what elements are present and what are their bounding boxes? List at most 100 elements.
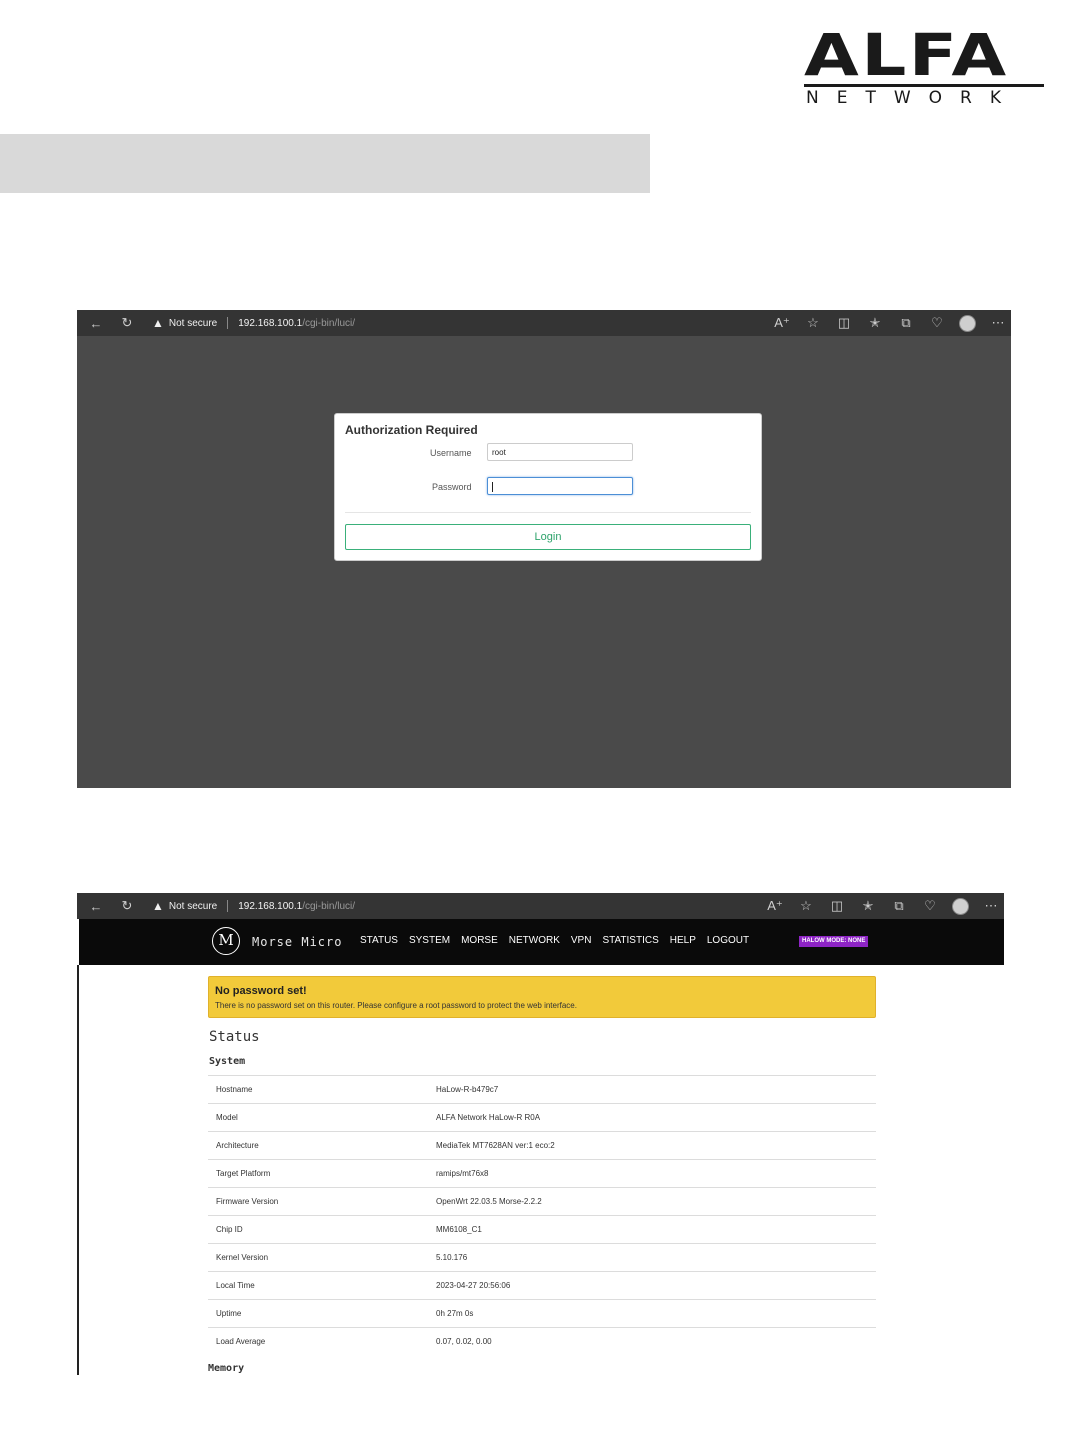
login-button[interactable]: Login (345, 524, 751, 550)
toolbar-actions: A⁺ ☆ ◫ ✭ ⧉ ♡ ⋯ (773, 314, 1007, 332)
menu-system[interactable]: SYSTEM (409, 935, 450, 946)
browser-toolbar: ← ↻ ▲ Not secure 192.168.100.1/cgi-bin/l… (77, 310, 1011, 336)
address-bar[interactable]: ▲ Not secure 192.168.100.1/cgi-bin/luci/ (152, 313, 355, 333)
content-left-border (77, 965, 79, 1375)
not-secure-label: Not secure (168, 900, 218, 912)
favorites-icon[interactable]: ✭ (859, 897, 877, 915)
collections-icon[interactable]: ⧉ (890, 897, 908, 915)
alfa-network-logo: ALFA NETWORK (800, 21, 1048, 108)
alert-body: There is no password set on this router.… (215, 1001, 577, 1010)
table-row: Kernel Version 5.10.176 (208, 1243, 876, 1271)
address-separator (227, 317, 229, 329)
password-field[interactable] (487, 477, 633, 495)
split-screen-icon[interactable]: ◫ (835, 314, 853, 332)
toolbar-actions: A⁺ ☆ ◫ ✭ ⧉ ♡ ⋯ (766, 897, 1000, 915)
table-row: Firmware Version OpenWrt 22.03.5 Morse-2.… (208, 1187, 876, 1215)
not-secure-label: Not secure (168, 317, 218, 329)
login-screenshot: ← ↻ ▲ Not secure 192.168.100.1/cgi-bin/l… (77, 310, 1011, 788)
password-label: Password (432, 482, 472, 492)
row-key: Target Platform (216, 1169, 271, 1178)
alert-title: No password set! (215, 985, 307, 997)
address-separator (227, 900, 229, 912)
row-value: ramips/mt76x8 (436, 1169, 489, 1178)
url-path: /cgi-bin/luci/ (302, 900, 356, 912)
table-row: Target Platform ramips/mt76x8 (208, 1159, 876, 1187)
collections-icon[interactable]: ⧉ (897, 314, 915, 332)
page-background: Authorization Required Username root Pas… (77, 336, 1011, 788)
main-menu: STATUS SYSTEM MORSE NETWORK VPN STATISTI… (360, 935, 749, 946)
more-icon[interactable]: ⋯ (989, 314, 1007, 332)
row-key: Kernel Version (216, 1253, 269, 1262)
row-key: Model (216, 1113, 238, 1122)
table-row: Model ALFA Network HaLow-R R0A (208, 1103, 876, 1131)
favorite-star-icon[interactable]: ☆ (797, 897, 815, 915)
table-row: Hostname HaLow-R-b479c7 (208, 1075, 876, 1103)
menu-morse[interactable]: MORSE (461, 935, 498, 946)
system-table: Hostname HaLow-R-b479c7 Model ALFA Network … (208, 1075, 876, 1355)
browser-essentials-icon[interactable]: ♡ (928, 314, 946, 332)
logo-rule (804, 84, 1044, 87)
table-row: Load Average 0.07, 0.02, 0.00 (208, 1327, 876, 1355)
favorite-star-icon[interactable]: ☆ (804, 314, 822, 332)
menu-network[interactable]: NETWORK (509, 935, 560, 946)
warning-icon: ▲ (152, 316, 164, 330)
warning-icon: ▲ (152, 899, 164, 913)
text-cursor (492, 481, 493, 492)
menu-status[interactable]: STATUS (360, 935, 398, 946)
back-icon[interactable]: ← (87, 314, 105, 332)
row-value: 0h 27m 0s (436, 1309, 474, 1318)
row-value: OpenWrt 22.03.5 Morse-2.2.2 (436, 1197, 542, 1206)
row-value: HaLow-R-b479c7 (436, 1085, 499, 1094)
row-value: MediaTek MT7628AN ver:1 eco:2 (436, 1141, 555, 1150)
username-label: Username (430, 448, 472, 458)
profile-avatar-icon[interactable] (952, 897, 969, 915)
row-value: 0.07, 0.02, 0.00 (436, 1337, 492, 1346)
refresh-icon[interactable]: ↻ (118, 314, 136, 332)
read-aloud-icon[interactable]: A⁺ (766, 897, 784, 915)
address-bar[interactable]: ▲ Not secure 192.168.100.1/cgi-bin/luci/ (152, 896, 355, 916)
memory-section-heading: Memory (208, 1363, 245, 1374)
menu-statistics[interactable]: STATISTICS (602, 935, 658, 946)
row-key: Firmware Version (216, 1197, 279, 1206)
menu-vpn[interactable]: VPN (571, 935, 592, 946)
halow-mode-badge: HALOW MODE: NONE (799, 936, 869, 947)
page-title: Status (209, 1029, 260, 1045)
logo-subtitle: NETWORK (806, 88, 1019, 108)
row-key: Load Average (216, 1337, 266, 1346)
browser-essentials-icon[interactable]: ♡ (921, 897, 939, 915)
row-value: ALFA Network HaLow-R R0A (436, 1113, 541, 1122)
dialog-divider (345, 512, 751, 513)
login-dialog: Authorization Required Username root Pas… (334, 413, 762, 561)
username-field[interactable]: root (487, 443, 633, 461)
row-value: MM6108_C1 (436, 1225, 482, 1234)
morse-navbar: M Morse Micro STATUS SYSTEM MORSE NETWOR… (79, 919, 1004, 965)
back-icon[interactable]: ← (87, 897, 105, 915)
table-row: Architecture MediaTek MT7628AN ver:1 eco:… (208, 1131, 876, 1159)
profile-avatar-icon[interactable] (959, 314, 976, 332)
morse-logo-icon[interactable]: M (212, 927, 240, 955)
morse-brand[interactable]: Morse Micro (252, 935, 342, 949)
menu-help[interactable]: HELP (670, 935, 696, 946)
section-heading-band (0, 134, 650, 193)
dialog-title: Authorization Required (345, 423, 478, 437)
row-value: 5.10.176 (436, 1253, 468, 1262)
status-screenshot: ← ↻ ▲ Not secure 192.168.100.1/cgi-bin/l… (77, 893, 1004, 1375)
row-key: Uptime (216, 1309, 242, 1318)
refresh-icon[interactable]: ↻ (118, 897, 136, 915)
url-path: /cgi-bin/luci/ (302, 317, 356, 329)
table-row: Chip ID MM6108_C1 (208, 1215, 876, 1243)
logo-word: ALFA (804, 21, 1009, 89)
browser-toolbar: ← ↻ ▲ Not secure 192.168.100.1/cgi-bin/l… (77, 893, 1004, 919)
system-section-heading: System (209, 1056, 246, 1067)
more-icon[interactable]: ⋯ (982, 897, 1000, 915)
url-host: 192.168.100.1 (238, 317, 303, 329)
table-row: Local Time 2023-04-27 20:56:06 (208, 1271, 876, 1299)
favorites-icon[interactable]: ✭ (866, 314, 884, 332)
read-aloud-icon[interactable]: A⁺ (773, 314, 791, 332)
url-host: 192.168.100.1 (238, 900, 303, 912)
row-key: Architecture (216, 1141, 259, 1150)
split-screen-icon[interactable]: ◫ (828, 897, 846, 915)
table-row: Uptime 0h 27m 0s (208, 1299, 876, 1327)
menu-logout[interactable]: LOGOUT (707, 935, 749, 946)
row-key: Hostname (216, 1085, 253, 1094)
